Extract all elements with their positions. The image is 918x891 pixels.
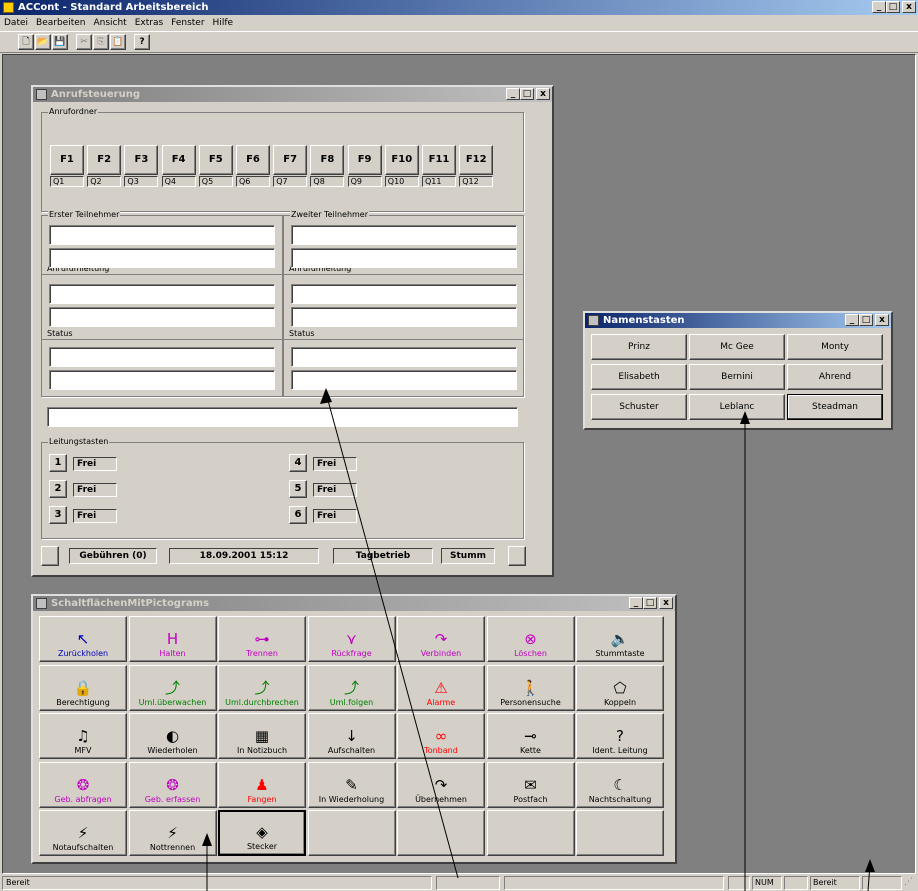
arrowhead-2 [740, 411, 750, 424]
annotation-arrows [202, 388, 875, 891]
arrowhead-1 [320, 388, 332, 404]
arrowhead-3 [202, 833, 212, 846]
arrowhead-4 [865, 859, 875, 872]
arrow-line-1 [325, 392, 459, 879]
